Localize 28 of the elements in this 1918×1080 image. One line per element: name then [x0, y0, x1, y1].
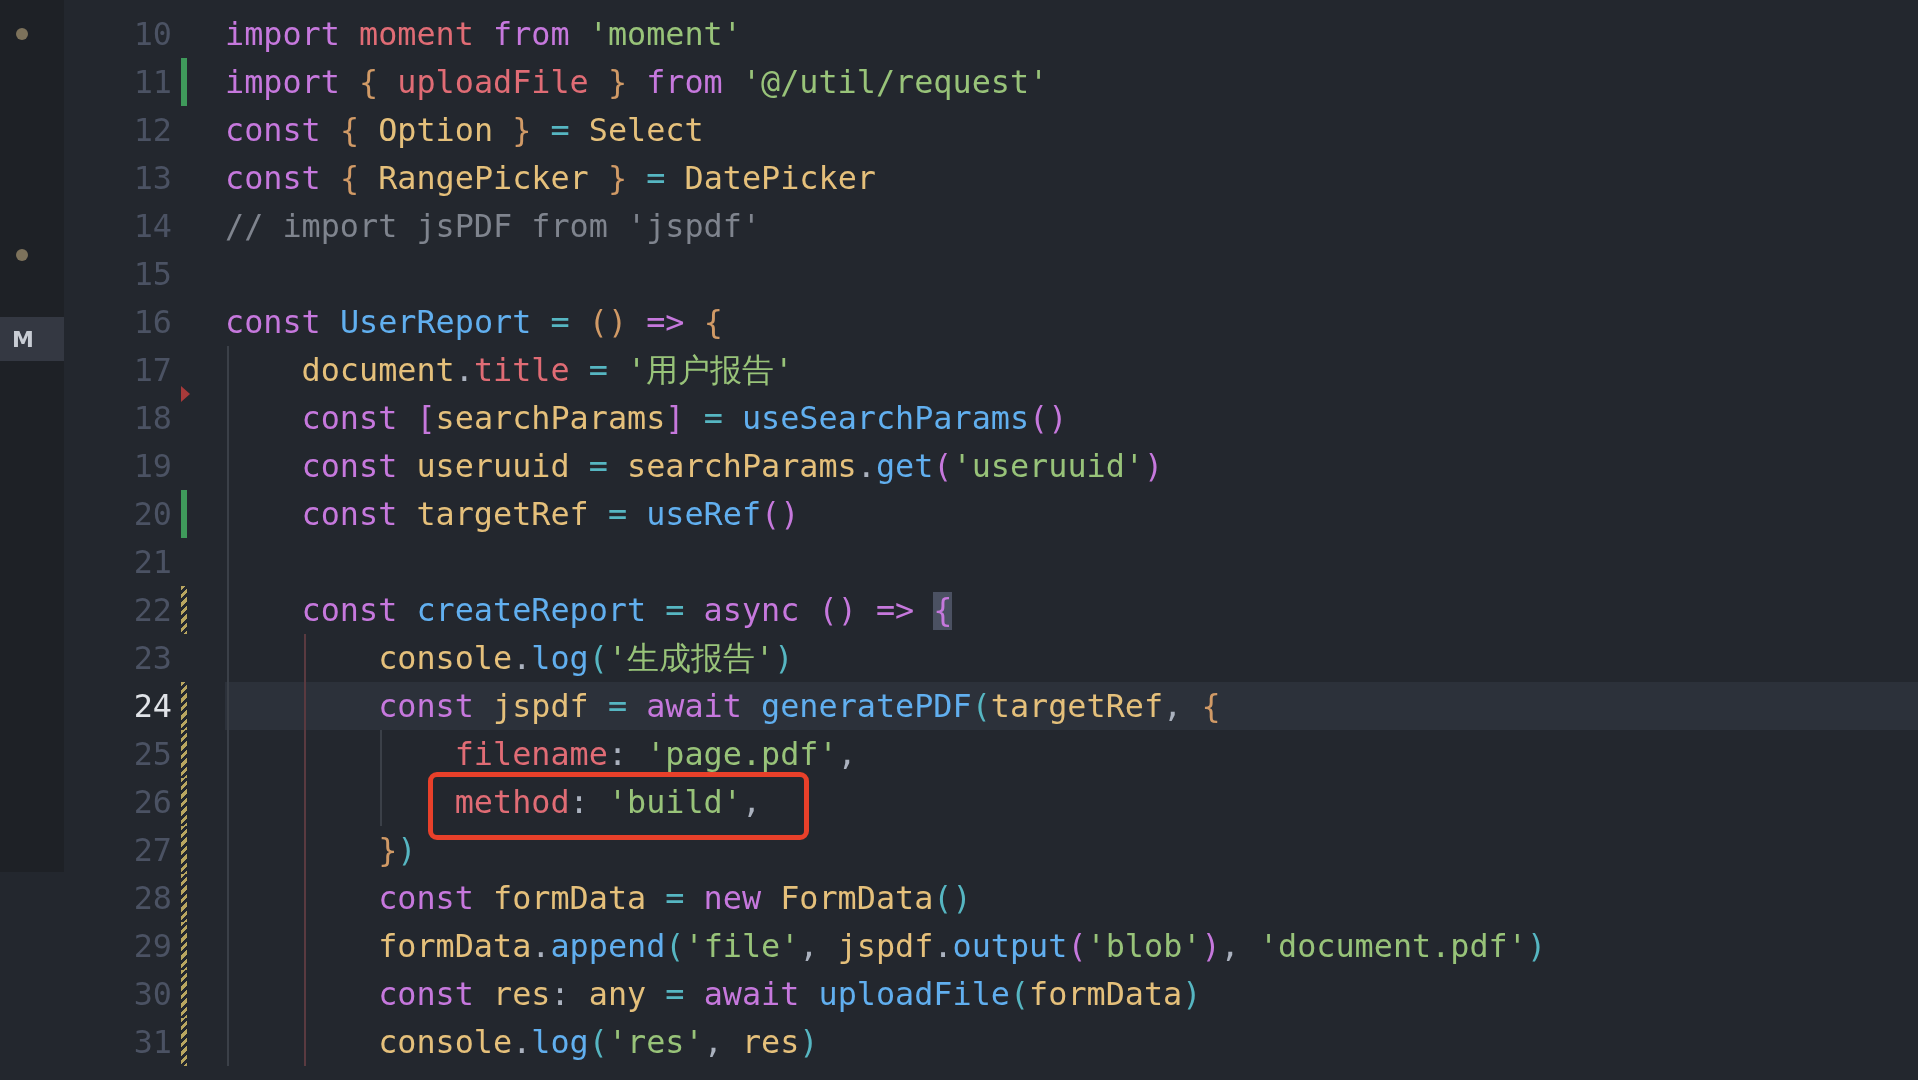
code-line: const jspdf = await generatePDF(targetRef, {	[377, 687, 1221, 724]
deleted-lines-marker	[181, 386, 190, 402]
line-number: 24	[132, 686, 172, 726]
code-line: filename: 'page.pdf',	[453, 735, 857, 772]
code-comment: // import jsPDF from 'jspdf'	[225, 207, 761, 244]
code-line: document.title = '用户报告'	[300, 351, 794, 388]
code-line: })	[377, 831, 417, 868]
code-line: const useruuid = searchParams.get('useruuid')	[300, 447, 1164, 484]
modified-dot-icon	[16, 249, 28, 261]
code-line: console.log('生成报告')	[377, 639, 794, 676]
code-line: const { Option } = Select	[225, 111, 704, 148]
code-line: formData.append('file', jspdf.output('blob'), 'document.pdf')	[377, 927, 1547, 964]
code-line: const UserReport = () => {	[225, 303, 723, 340]
code-line: const formData = new FormData()	[377, 879, 972, 916]
code-line: const targetRef = useRef()	[300, 495, 800, 532]
code-line: import { uploadFile } from '@/util/request'	[225, 63, 1049, 100]
code-line: console.log('res', res)	[377, 1023, 819, 1060]
change-marker	[181, 490, 187, 538]
status-badge: M	[0, 317, 64, 361]
modified-dot-icon	[16, 28, 28, 40]
code-line: method: 'build',	[453, 783, 762, 820]
code-line: const res: any = await uploadFile(formData)	[377, 975, 1202, 1012]
change-marker	[181, 586, 187, 634]
change-marker	[181, 58, 187, 106]
code-line: const createReport = async () => {	[300, 591, 953, 628]
code-line: import moment from 'moment'	[225, 15, 742, 52]
code-line: const { RangePicker } = DatePicker	[225, 159, 876, 196]
code-line: const [searchParams] = useSearchParams()	[300, 399, 1068, 436]
